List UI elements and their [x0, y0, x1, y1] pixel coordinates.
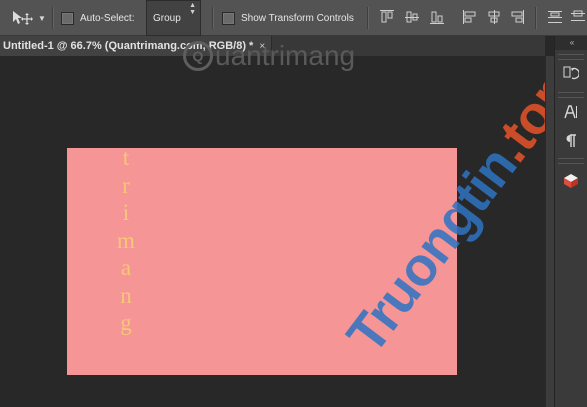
text-letter: g	[120, 310, 132, 335]
auto-select-label: Auto-Select:	[80, 12, 135, 24]
align-bottom-edges-icon[interactable]	[430, 10, 444, 24]
auto-select-control: Auto-Select:	[61, 0, 134, 36]
auto-select-checkbox[interactable]	[61, 11, 74, 25]
group-select-value: Group	[153, 12, 181, 24]
watermark-logo: Q uantrimang	[183, 40, 355, 72]
tool-preset-dropdown[interactable]: ▼	[38, 0, 46, 36]
auto-select-target-select[interactable]: Group ▲ ▼	[146, 0, 201, 36]
vertical-text-layer[interactable]: t r i m a n g	[103, 144, 149, 337]
show-transform-checkbox[interactable]	[222, 11, 235, 25]
text-letter: r	[122, 172, 130, 198]
align-horizontal-centers-icon[interactable]	[487, 10, 501, 24]
align-left-edges-icon[interactable]	[463, 10, 477, 24]
align-right-edges-icon[interactable]	[510, 10, 524, 24]
text-letter: n	[120, 282, 132, 308]
show-transform-label: Show Transform Controls	[241, 12, 354, 24]
panel-collapse-button[interactable]: «	[555, 36, 587, 50]
text-letter: m	[117, 227, 135, 253]
3d-icon[interactable]	[558, 170, 584, 192]
distribute-vertical-centers-icon[interactable]	[571, 10, 585, 24]
move-tool-icon[interactable]	[12, 0, 34, 36]
distribute-top-edges-icon[interactable]	[548, 10, 562, 24]
align-top-edges-icon[interactable]	[380, 10, 394, 24]
align-vertical-centers-icon[interactable]	[405, 10, 419, 24]
show-transform-control: Show Transform Controls	[222, 0, 354, 36]
watermark-logo-icon: Q	[183, 41, 213, 71]
right-panel-dock: «	[554, 36, 587, 407]
panel-grip[interactable]	[558, 92, 584, 98]
options-bar: ▼ Auto-Select: Group ▲ ▼ Show Transform C…	[0, 0, 587, 36]
panel-grip[interactable]	[558, 158, 584, 164]
select-arrows-icon: ▲ ▼	[189, 2, 196, 16]
text-letter: t	[122, 145, 130, 170]
watermark-logo-text: uantrimang	[215, 40, 356, 71]
character-icon[interactable]	[558, 101, 584, 123]
text-letter: a	[120, 255, 132, 280]
history-icon[interactable]	[558, 62, 584, 84]
text-letter: i	[122, 200, 130, 225]
paragraph-icon[interactable]	[558, 130, 584, 152]
panel-grip[interactable]	[558, 54, 584, 60]
